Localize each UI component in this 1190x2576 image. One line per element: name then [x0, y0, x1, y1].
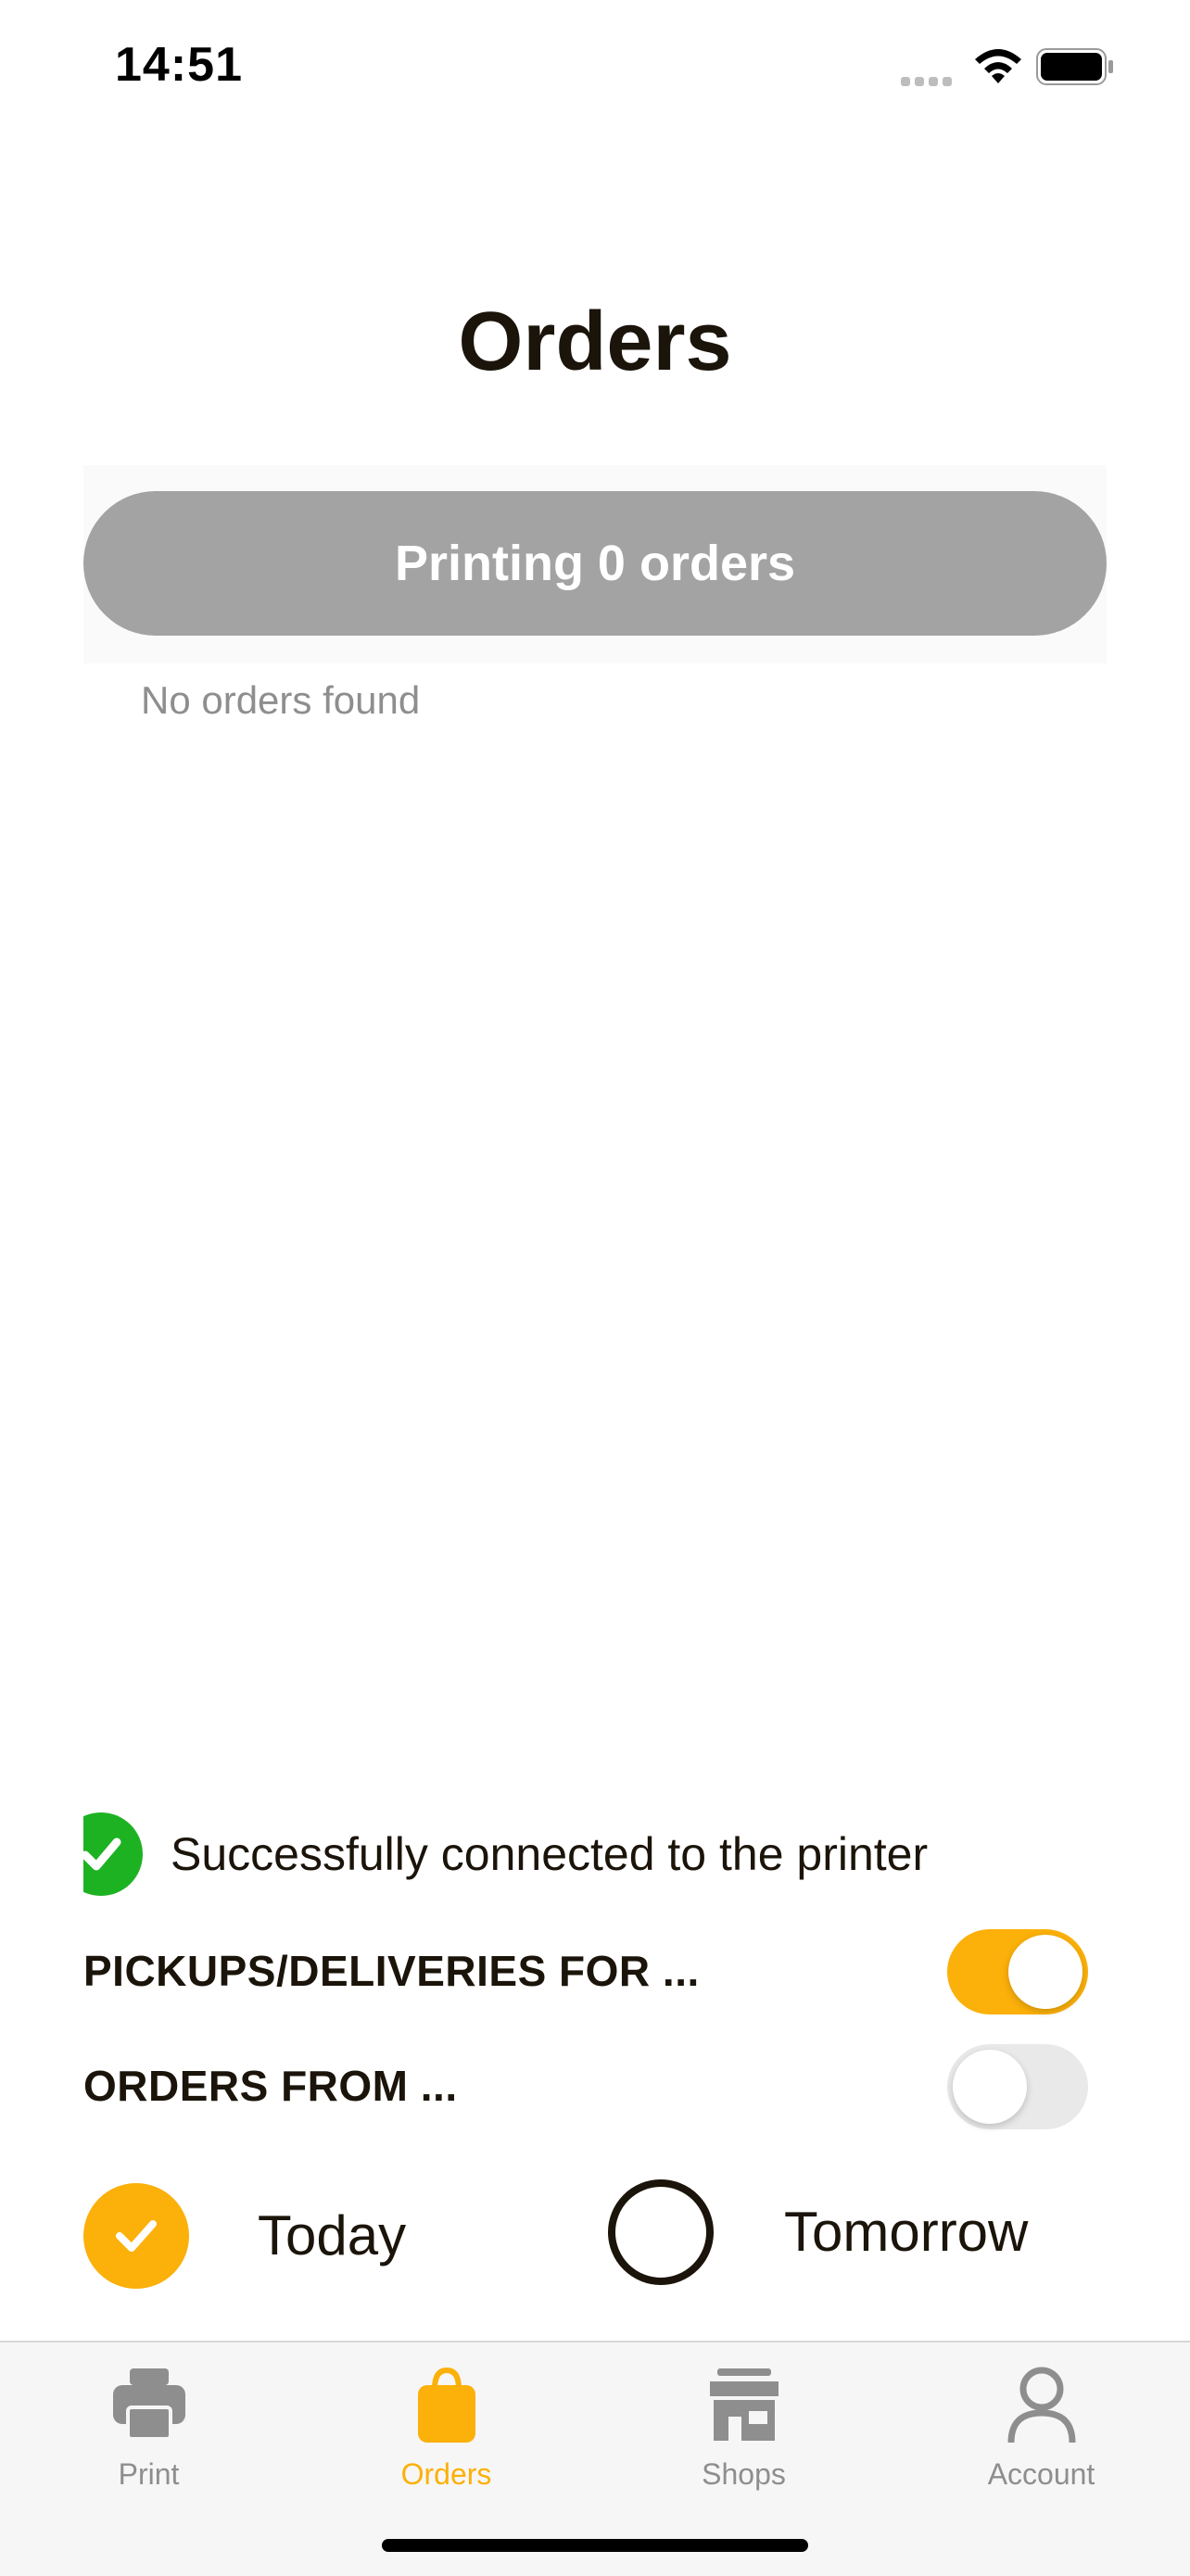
today-radio[interactable] — [83, 2183, 189, 2289]
home-indicator[interactable] — [382, 2539, 808, 2552]
today-label[interactable]: Today — [258, 2203, 406, 2267]
person-icon — [1007, 2367, 1075, 2443]
tab-print[interactable]: Print — [0, 2342, 298, 2528]
cellular-signal-icon — [901, 74, 960, 86]
checkmark-icon — [116, 2220, 157, 2252]
tomorrow-radio[interactable] — [608, 2179, 714, 2285]
tab-print-label: Print — [118, 2457, 180, 2491]
pickups-deliveries-toggle[interactable] — [947, 1929, 1088, 2014]
tab-shops-label: Shops — [702, 2457, 786, 2491]
tomorrow-label[interactable]: Tomorrow — [784, 2200, 1028, 2264]
toggle-knob — [953, 2050, 1027, 2124]
tab-orders-label: Orders — [400, 2457, 492, 2491]
orders-from-toggle[interactable] — [947, 2044, 1088, 2129]
tab-account[interactable]: Account — [892, 2342, 1190, 2528]
shopping-bag-icon — [417, 2367, 475, 2443]
wifi-icon — [975, 49, 1021, 83]
empty-orders-message: No orders found — [141, 678, 421, 722]
printer-icon — [112, 2368, 185, 2441]
tab-orders[interactable]: Orders — [298, 2342, 595, 2528]
tab-account-label: Account — [987, 2457, 1095, 2491]
status-time: 14:51 — [115, 38, 243, 92]
status-icon-clip — [0, 1798, 83, 1909]
toggle-knob — [1008, 1935, 1082, 2009]
printer-status-message: Successfully connected to the printer — [171, 1828, 929, 1880]
tab-shops[interactable]: Shops — [595, 2342, 892, 2528]
printing-orders-button[interactable]: Printing 0 orders — [83, 491, 1107, 636]
page-title: Orders — [458, 296, 732, 388]
orders-from-label: ORDERS FROM ... — [83, 2062, 458, 2110]
battery-icon — [1036, 48, 1113, 85]
pickups-deliveries-label: PICKUPS/DELIVERIES FOR ... — [83, 1947, 700, 1995]
store-icon — [709, 2368, 779, 2441]
